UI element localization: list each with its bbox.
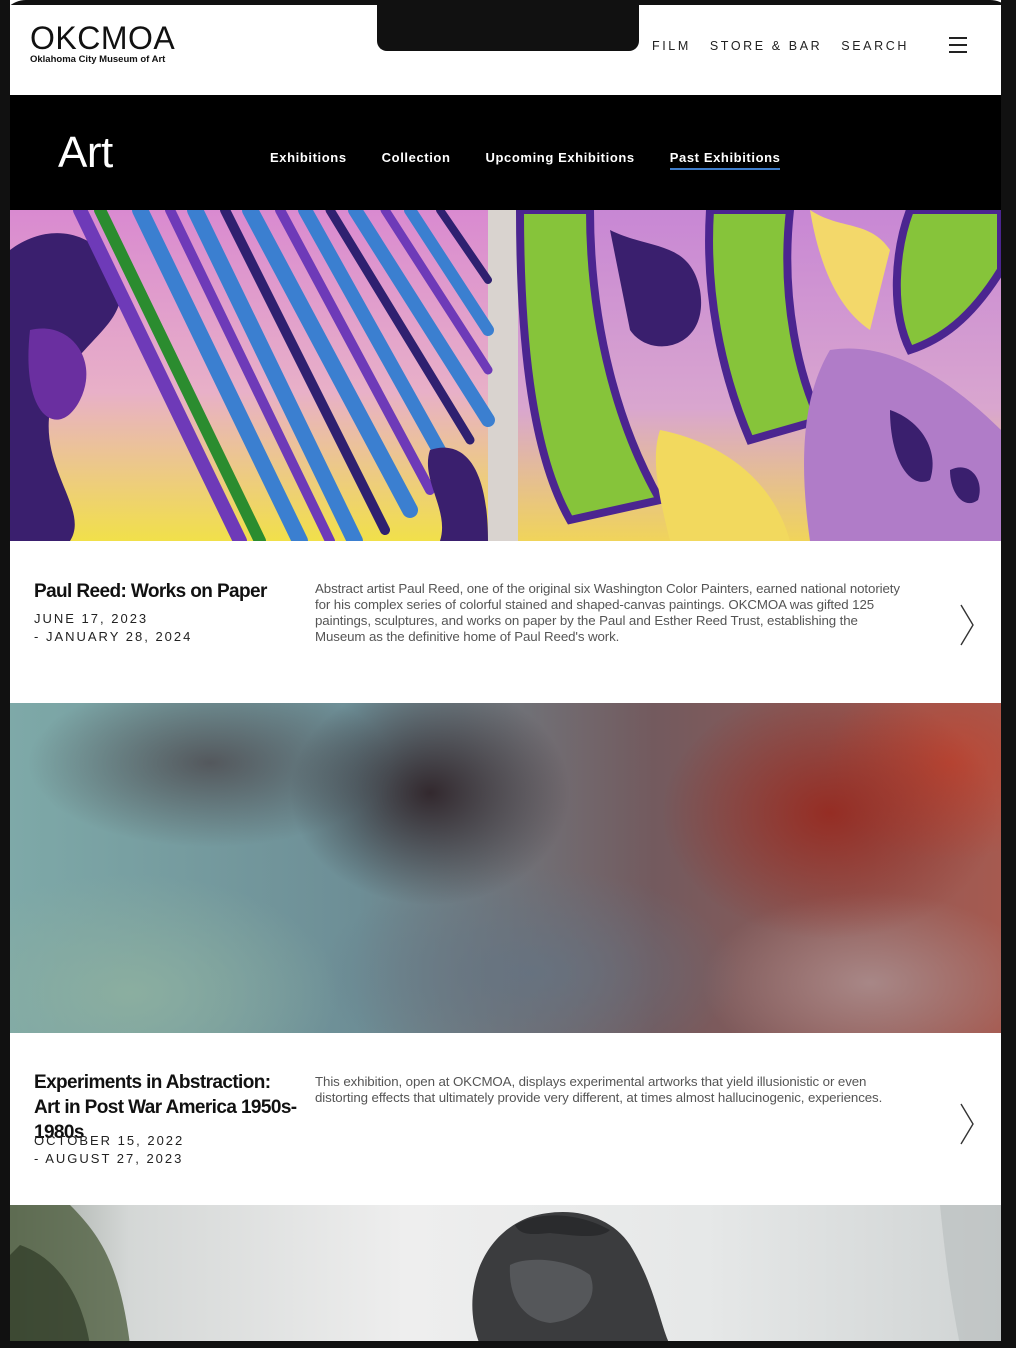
site-logo[interactable]: OKCMOA Oklahoma City Museum of Art <box>30 20 176 66</box>
exhibition-image-paul-reed[interactable] <box>10 210 1001 541</box>
exhibition-card[interactable]: Paul Reed: Works on Paper JUNE 17, 2023 … <box>10 541 1001 703</box>
section-links: Exhibitions Collection Upcoming Exhibiti… <box>270 150 815 170</box>
tab-upcoming-exhibitions[interactable]: Upcoming Exhibitions <box>486 150 635 170</box>
frame-right-edge <box>1001 0 1016 1348</box>
screen: OKCMOA Oklahoma City Museum of Art FILM … <box>10 5 1001 1341</box>
exhibition-description: Abstract artist Paul Reed, one of the or… <box>315 581 900 644</box>
chevron-right-icon[interactable] <box>958 603 976 647</box>
camera-notch <box>377 5 639 51</box>
logo-wordmark: OKCMOA <box>30 20 176 56</box>
frame-left-edge <box>0 0 10 1348</box>
top-nav: FILM STORE & BAR SEARCH <box>652 39 928 53</box>
exhibition-date-end: - JANUARY 28, 2024 <box>34 629 193 644</box>
exhibition-card[interactable]: Experiments in Abstraction: Art in Post … <box>10 1033 1001 1205</box>
page-title: Art <box>58 128 113 177</box>
nav-search[interactable]: SEARCH <box>841 39 909 53</box>
exhibition-date-start: JUNE 17, 2023 <box>34 611 149 626</box>
nav-film[interactable]: FILM <box>652 39 691 53</box>
tab-past-exhibitions[interactable]: Past Exhibitions <box>669 150 781 170</box>
frame-bottom-edge <box>0 1341 1016 1348</box>
chevron-right-icon[interactable] <box>958 1102 976 1146</box>
exhibition-date-start: OCTOBER 15, 2022 <box>34 1133 185 1148</box>
tab-exhibitions[interactable]: Exhibitions <box>270 150 347 170</box>
exhibition-image-experiments-in-abstraction[interactable] <box>10 703 1001 1033</box>
exhibition-description: This exhibition, open at OKCMOA, display… <box>315 1074 883 1105</box>
exhibition-title[interactable]: Paul Reed: Works on Paper <box>34 579 299 604</box>
exhibition-date-end: - AUGUST 27, 2023 <box>34 1151 184 1166</box>
exhibition-image-sculpture[interactable] <box>10 1205 1001 1341</box>
nav-store-bar[interactable]: STORE & BAR <box>710 39 822 53</box>
section-nav-bar: Art Exhibitions Collection Upcoming Exhi… <box>10 95 1001 210</box>
logo-subtitle: Oklahoma City Museum of Art <box>30 54 166 65</box>
tab-collection[interactable]: Collection <box>382 150 451 170</box>
hamburger-icon[interactable] <box>949 37 967 53</box>
